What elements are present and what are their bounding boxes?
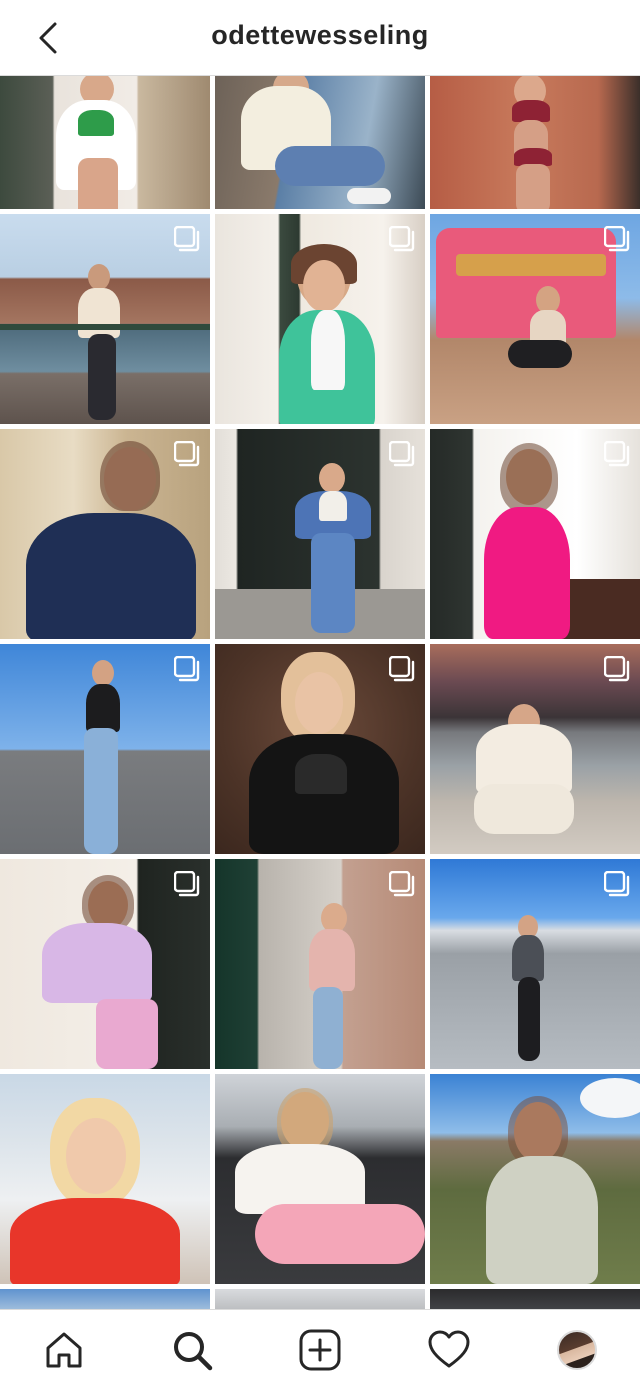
post-tile[interactable] <box>215 76 425 209</box>
page-title: odettewesseling <box>211 20 429 50</box>
new-post-icon <box>299 1329 341 1371</box>
multiple-photos-icon <box>389 871 415 897</box>
multiple-photos-icon <box>174 226 200 252</box>
post-tile[interactable] <box>0 1074 210 1284</box>
tab-home[interactable] <box>42 1328 86 1372</box>
top-bar: odettewesseling <box>0 0 640 76</box>
multiple-photos-icon <box>389 226 415 252</box>
post-tile[interactable] <box>430 214 640 424</box>
tab-new-post[interactable] <box>298 1328 342 1372</box>
post-tile[interactable] <box>215 859 425 1069</box>
post-tile[interactable] <box>430 1074 640 1284</box>
post-tile[interactable] <box>215 644 425 854</box>
posts-grid <box>0 76 640 1309</box>
bottom-tab-bar <box>0 1309 640 1386</box>
post-tile[interactable] <box>0 859 210 1069</box>
post-tile[interactable] <box>0 644 210 854</box>
search-icon <box>174 1332 213 1371</box>
multiple-photos-icon <box>604 656 630 682</box>
tab-profile[interactable] <box>555 1328 599 1372</box>
post-tile[interactable] <box>430 1289 640 1309</box>
post-tile[interactable] <box>215 214 425 424</box>
multiple-photos-icon <box>389 441 415 467</box>
post-tile[interactable] <box>215 1289 425 1309</box>
post-tile[interactable] <box>0 214 210 424</box>
multiple-photos-icon <box>174 656 200 682</box>
post-tile[interactable] <box>215 429 425 639</box>
post-tile[interactable] <box>430 859 640 1069</box>
multiple-photos-icon <box>174 441 200 467</box>
post-tile[interactable] <box>430 644 640 854</box>
heart-icon <box>428 1330 470 1368</box>
home-icon <box>46 1332 82 1368</box>
post-tile[interactable] <box>0 429 210 639</box>
multiple-photos-icon <box>174 871 200 897</box>
post-tile[interactable] <box>0 76 210 209</box>
multiple-photos-icon <box>604 871 630 897</box>
post-tile[interactable] <box>430 429 640 639</box>
profile-avatar <box>557 1330 597 1370</box>
post-tile[interactable] <box>0 1289 210 1309</box>
post-tile[interactable] <box>215 1074 425 1284</box>
post-tile[interactable] <box>430 76 640 209</box>
multiple-photos-icon <box>604 226 630 252</box>
tab-activity[interactable] <box>427 1328 471 1372</box>
multiple-photos-icon <box>389 656 415 682</box>
profile-explore-screen: odettewesseling <box>0 0 640 1386</box>
multiple-photos-icon <box>604 441 630 467</box>
tab-search[interactable] <box>170 1328 214 1372</box>
